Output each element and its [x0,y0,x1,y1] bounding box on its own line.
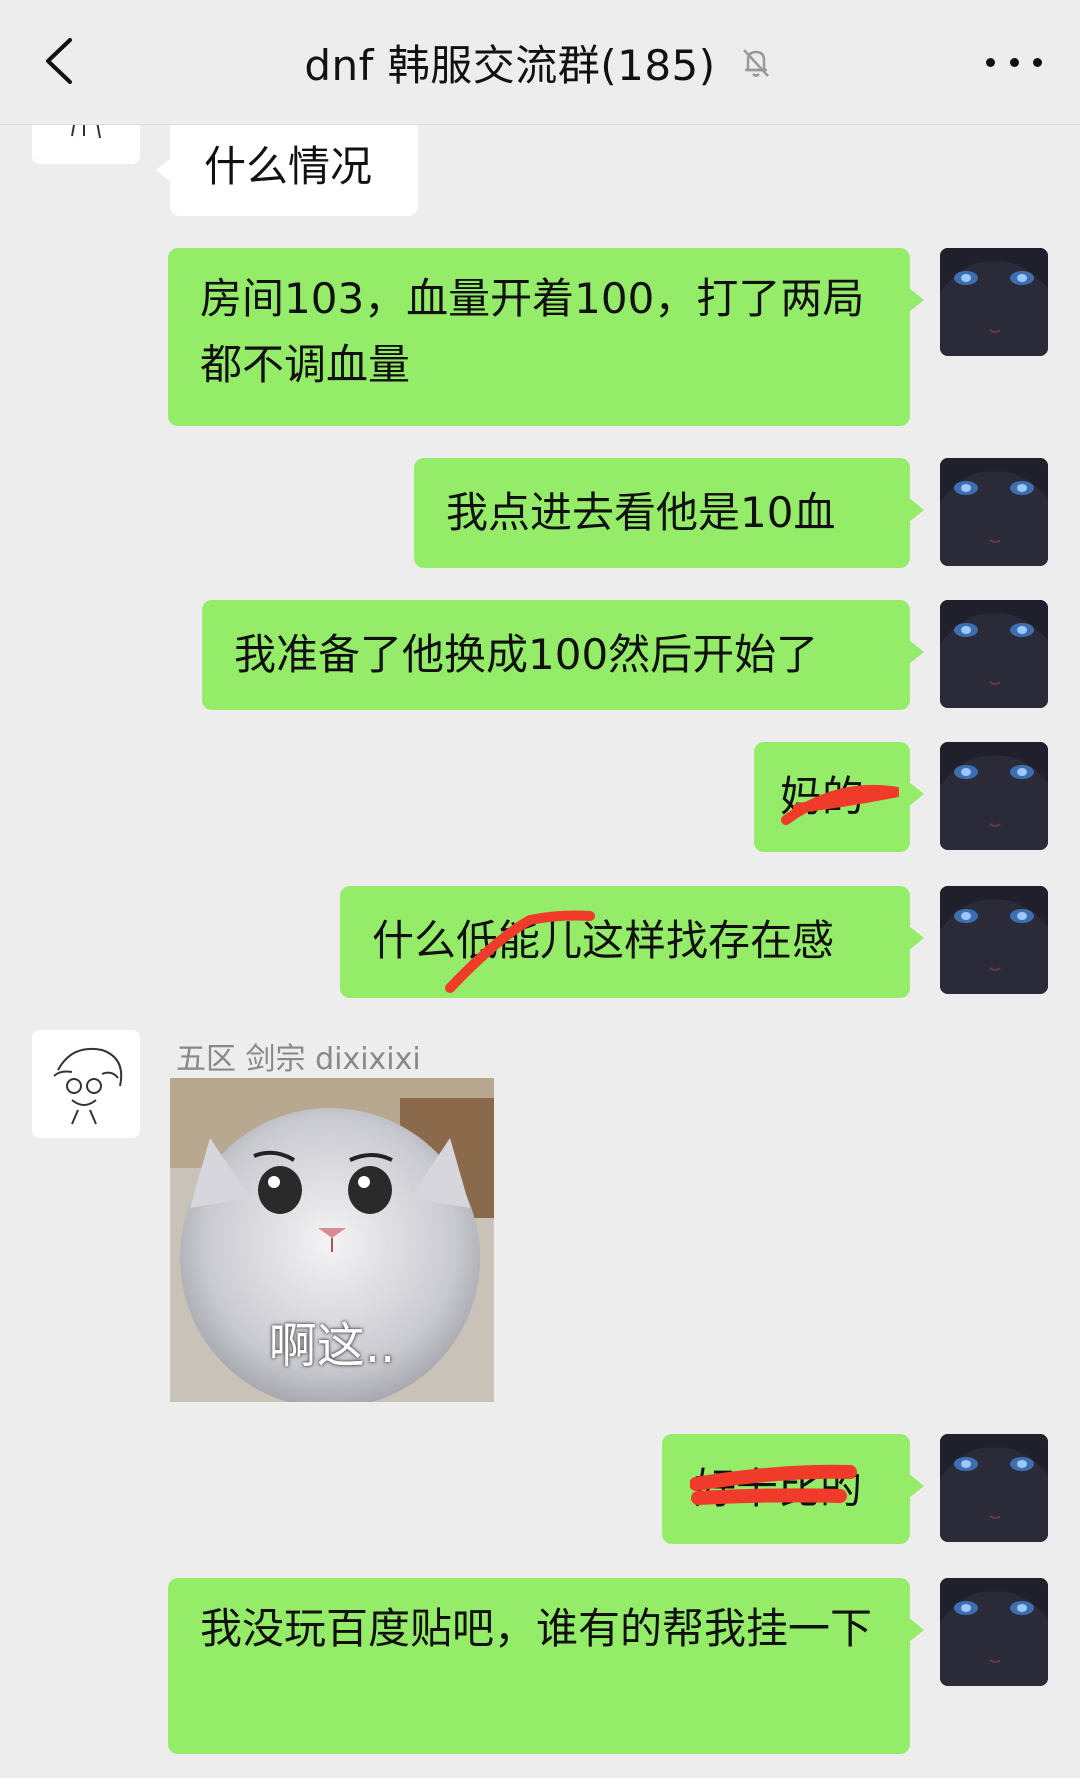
sticker-image[interactable]: 啊这.. [170,1078,494,1402]
message-bubble[interactable]: 妈的 [754,742,924,852]
chat-area: 什么情况 房间103，血量开着100，打了两局都不调血量 我点进去看他是10血 [0,0,1080,1778]
message-text: 妈的 [780,772,865,821]
message-bubble[interactable]: 我点进去看他是10血 [414,458,924,568]
anime-avatar-icon [940,886,1048,994]
message-text: 我准备了他换成100然后开始了 [234,630,819,679]
avatar-self[interactable] [940,458,1048,566]
message-text: 我点进去看他是10血 [446,488,836,537]
sketch-avatar-icon [53,1048,123,1125]
more-dots-icon [986,57,995,67]
avatar-self[interactable] [940,248,1048,356]
message-bubble[interactable]: 房间103，血量开着100，打了两局都不调血量 [168,248,924,426]
more-dots-icon [1009,57,1019,67]
anime-avatar-icon [940,1578,1048,1686]
more-dots-icon [1033,57,1042,67]
anime-avatar-icon [940,1434,1048,1542]
anime-avatar-icon [940,458,1048,566]
message-text: 房间103，血量开着100，打了两局都不调血量 [200,274,865,389]
message-text: 我没玩百度贴吧，谁有的帮我挂一下 [200,1604,873,1653]
sender-name: 五区 剑宗 dixixixi [176,1042,421,1077]
avatar-self[interactable] [940,1434,1048,1542]
sticker-caption: 啊这.. [268,1318,396,1374]
message-bubble[interactable]: 我没玩百度贴吧，谁有的帮我挂一下 [168,1578,924,1754]
message-bubble[interactable]: 什么低能儿这样找存在感 [340,886,924,998]
anime-avatar-icon [940,742,1048,850]
avatar-other-user[interactable] [32,1030,140,1138]
avatar-self[interactable] [940,742,1048,850]
anime-avatar-icon [940,600,1048,708]
bell-off-icon [742,49,769,77]
message-text: 好卡比的 [694,1464,863,1513]
title-area: dnf 韩服交流群(185) [0,0,1080,124]
navigation-bar: dnf 韩服交流群(185) [0,0,1080,125]
message-bubble[interactable]: 好卡比的 [662,1434,924,1544]
chat-title: dnf 韩服交流群(185) [304,40,716,90]
avatar-self[interactable] [940,886,1048,994]
avatar-self[interactable] [940,600,1048,708]
message-bubble[interactable]: 什么情况 [156,118,418,216]
message-text: 什么情况 [204,142,373,191]
more-button[interactable] [986,40,1042,84]
message-bubble[interactable]: 我准备了他换成100然后开始了 [202,600,924,710]
avatar-self[interactable] [940,1578,1048,1686]
message-text: 什么低能儿这样找存在感 [372,916,835,965]
anime-avatar-icon [940,248,1048,356]
